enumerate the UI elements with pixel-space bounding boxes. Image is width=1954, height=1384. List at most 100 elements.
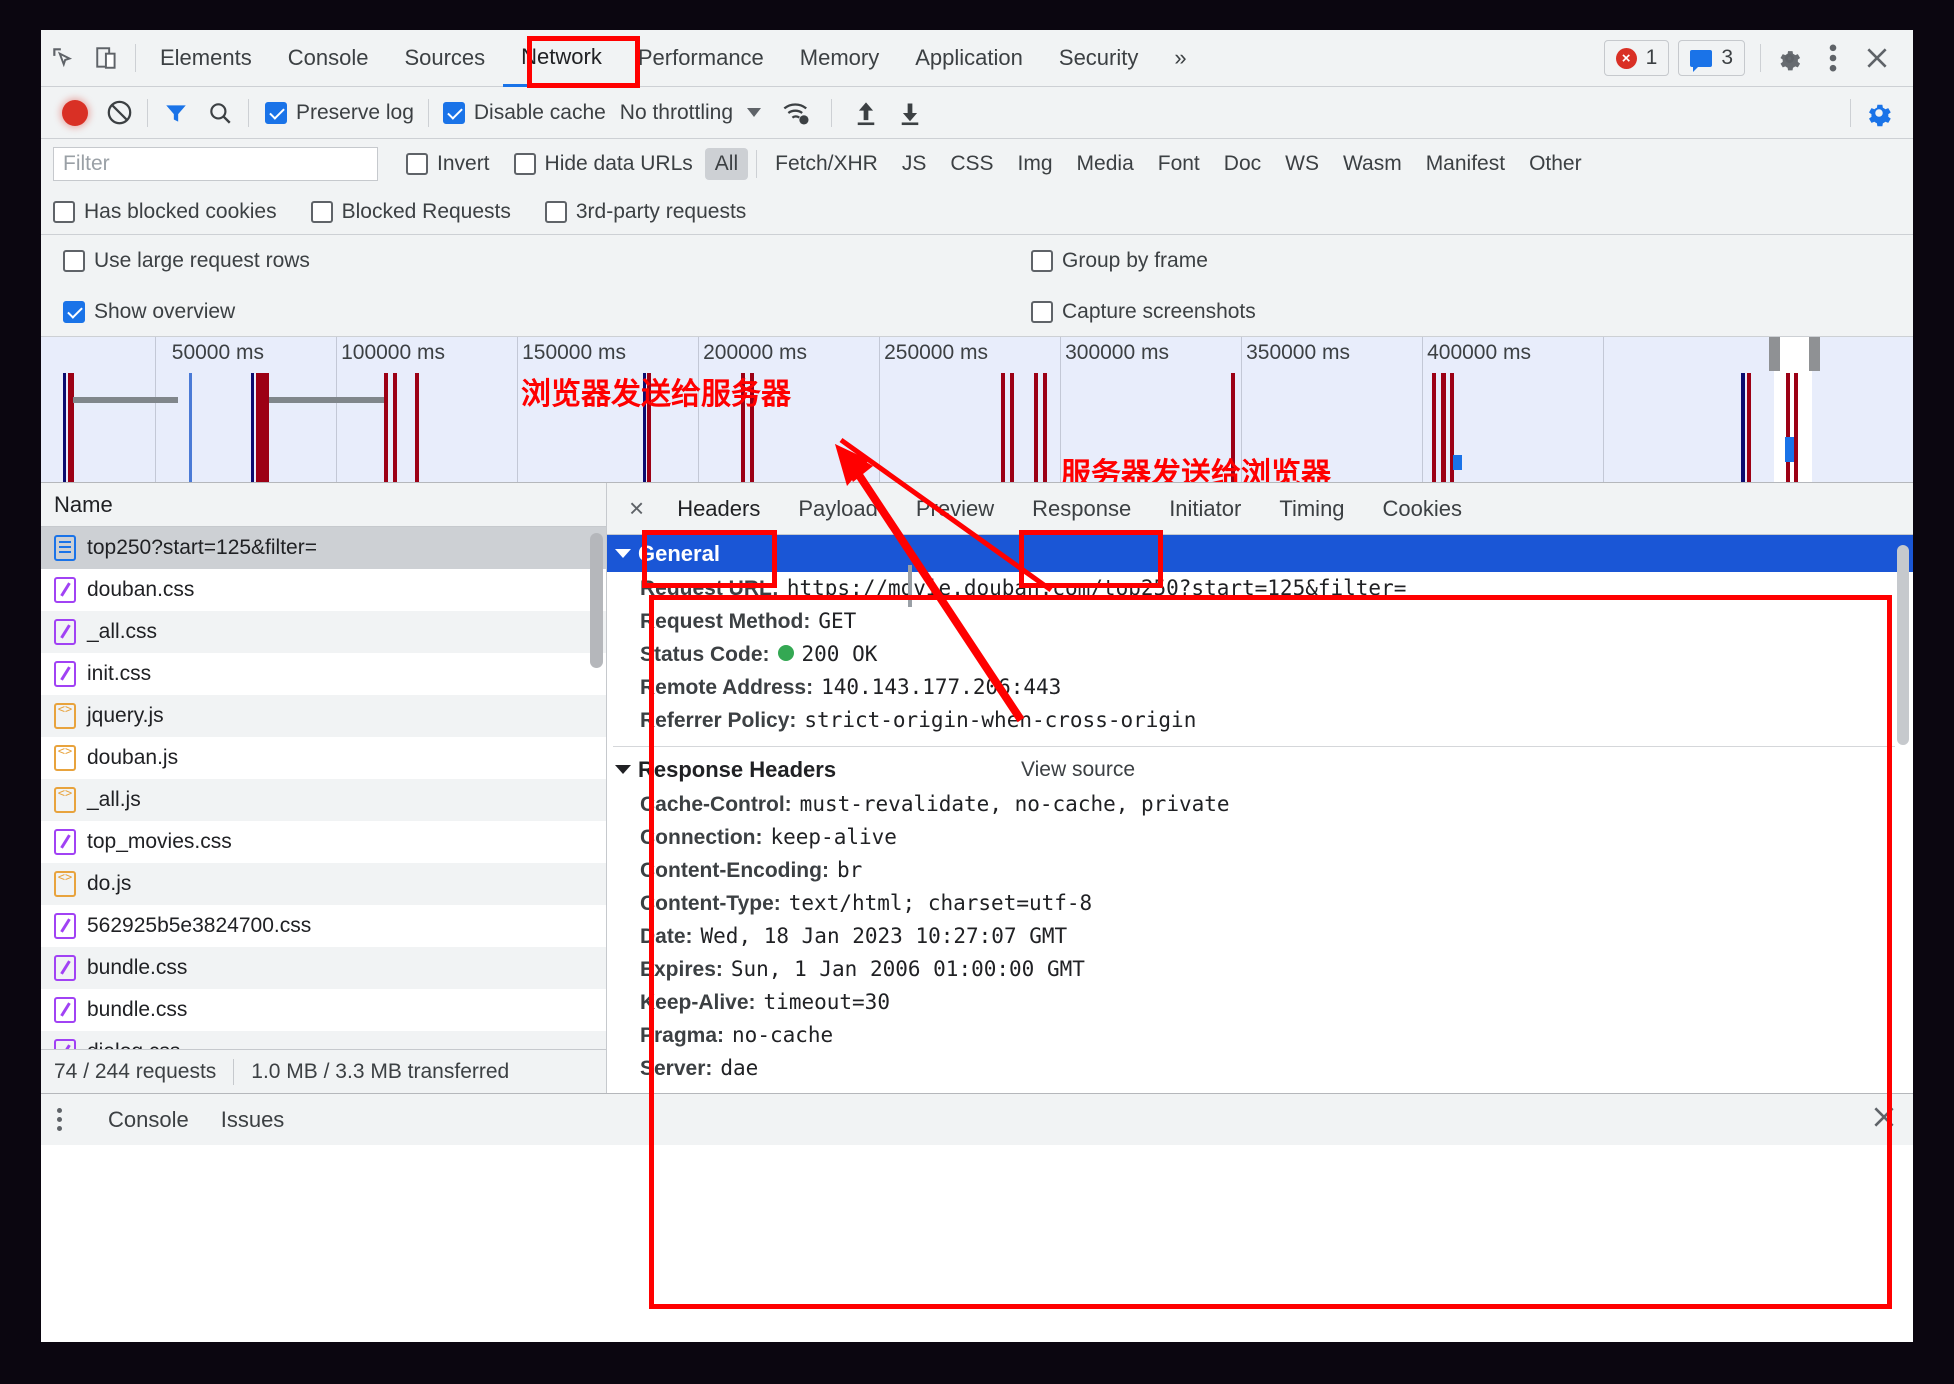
drawer-tab-console[interactable]: Console	[92, 1107, 205, 1133]
filter-type-fetchxhr[interactable]: Fetch/XHR	[765, 148, 888, 180]
table-row[interactable]: top_movies.css	[41, 821, 606, 863]
preserve-log-checkbox[interactable]: Preserve log	[265, 101, 414, 125]
filter-type-ws[interactable]: WS	[1275, 148, 1329, 180]
table-row[interactable]: douban.js	[41, 737, 606, 779]
table-row[interactable]: jquery.js	[41, 695, 606, 737]
tab-response[interactable]: Response	[1013, 483, 1150, 535]
table-row[interactable]: douban.css	[41, 569, 606, 611]
status-ok-icon	[777, 645, 794, 661]
overview-gridline	[1422, 337, 1423, 482]
overview-window-resizer-right[interactable]	[1809, 337, 1820, 371]
filter-type-other[interactable]: Other	[1519, 148, 1592, 180]
tab-security[interactable]: Security	[1041, 30, 1156, 87]
has-blocked-cookies-checkbox[interactable]: Has blocked cookies	[53, 200, 277, 224]
filter-type-doc[interactable]: Doc	[1214, 148, 1271, 180]
table-row[interactable]: init.css	[41, 653, 606, 695]
three-dots-vertical-icon[interactable]	[1811, 36, 1855, 80]
drawer-tab-issues[interactable]: Issues	[205, 1107, 301, 1133]
three-dots-vertical-icon[interactable]	[57, 1108, 62, 1131]
table-row[interactable]: bundle.css	[41, 989, 606, 1031]
tab-network[interactable]: Network	[503, 30, 620, 87]
disable-cache-checkbox[interactable]: Disable cache	[442, 101, 606, 125]
search-icon[interactable]	[198, 91, 242, 135]
close-panel-icon[interactable]: ×	[615, 493, 658, 524]
request-list[interactable]: top250?start=125&filter= douban.css _all…	[41, 527, 606, 1049]
filter-type-js[interactable]: JS	[892, 148, 937, 180]
blocked-requests-checkbox[interactable]: Blocked Requests	[310, 200, 511, 224]
hide-data-urls-label: Hide data URLs	[544, 152, 693, 175]
device-toolbar-icon[interactable]	[85, 36, 129, 80]
checkbox-box	[310, 200, 333, 223]
import-har-icon[interactable]	[844, 91, 888, 135]
header-key: Content-Type:	[640, 892, 781, 915]
tab-cookies[interactable]: Cookies	[1364, 483, 1481, 535]
network-status-bar: 74 / 244 requests 1.0 MB / 3.3 MB transf…	[41, 1049, 606, 1093]
hide-data-urls-checkbox[interactable]: Hide data URLs	[513, 152, 693, 176]
tab-application[interactable]: Application	[897, 30, 1041, 87]
requests-column-header[interactable]: Name	[41, 483, 606, 527]
tab-initiator[interactable]: Initiator	[1150, 483, 1260, 535]
devtools-main-tabbar: Elements Console Sources Network Perform…	[41, 30, 1913, 88]
table-row[interactable]: top250?start=125&filter=	[41, 527, 606, 569]
response-headers-section-header[interactable]: Response Headers View source	[607, 751, 1913, 788]
tab-elements[interactable]: Elements	[142, 30, 270, 87]
wifi-settings-icon[interactable]	[775, 91, 819, 135]
tab-performance[interactable]: Performance	[620, 30, 782, 87]
third-party-requests-checkbox[interactable]: 3rd-party requests	[544, 200, 746, 224]
error-count-label: 1	[1645, 46, 1658, 69]
header-key: Date:	[640, 925, 693, 948]
filter-funnel-icon[interactable]	[154, 91, 198, 135]
request-list-scrollbar[interactable]	[590, 533, 603, 668]
inspect-element-icon[interactable]	[41, 36, 85, 80]
overview-tick-label: 300000 ms	[1065, 341, 1169, 364]
table-row[interactable]: _all.js	[41, 779, 606, 821]
more-tabs-chevron-icon[interactable]: »	[1156, 30, 1204, 87]
tab-payload[interactable]: Payload	[779, 483, 897, 535]
network-overview-timeline[interactable]: 50000 ms 100000 ms 150000 ms 200000 ms 2…	[41, 337, 1913, 483]
export-har-icon[interactable]	[888, 91, 932, 135]
show-overview-checkbox[interactable]: Show overview	[63, 300, 235, 324]
close-icon[interactable]	[1855, 36, 1899, 80]
drawer-tabbar: Console Issues	[41, 1093, 1913, 1145]
filter-input[interactable]: Filter	[53, 147, 378, 181]
filter-type-img[interactable]: Img	[1008, 148, 1063, 180]
filter-type-css[interactable]: CSS	[940, 148, 1003, 180]
gear-icon[interactable]	[1767, 36, 1811, 80]
view-source-link[interactable]: View source	[1021, 758, 1135, 782]
filter-type-manifest[interactable]: Manifest	[1416, 148, 1515, 180]
filter-type-all[interactable]: All	[704, 148, 749, 180]
header-row: Request Method: GET	[607, 605, 1913, 638]
filter-type-media[interactable]: Media	[1067, 148, 1144, 180]
clear-button[interactable]	[97, 91, 141, 135]
table-row[interactable]: do.js	[41, 863, 606, 905]
use-large-request-rows-checkbox[interactable]: Use large request rows	[63, 249, 310, 273]
record-button[interactable]	[53, 91, 97, 135]
tab-timing[interactable]: Timing	[1260, 483, 1363, 535]
throttling-select[interactable]: No throttling	[620, 101, 733, 125]
request-name: _all.js	[87, 788, 141, 811]
overview-window-resizer-left[interactable]	[1769, 337, 1780, 371]
general-section-header[interactable]: General	[607, 535, 1913, 572]
filter-type-wasm[interactable]: Wasm	[1333, 148, 1412, 180]
group-by-frame-checkbox[interactable]: Group by frame	[1031, 249, 1208, 273]
table-row[interactable]: _all.css	[41, 611, 606, 653]
error-count-badge[interactable]: × 1	[1603, 40, 1670, 76]
tab-preview[interactable]: Preview	[897, 483, 1013, 535]
invert-checkbox[interactable]: Invert	[406, 152, 490, 176]
detail-scrollbar[interactable]	[1897, 545, 1909, 745]
chevron-down-icon[interactable]	[747, 108, 762, 117]
message-count-badge[interactable]: 3	[1678, 40, 1745, 76]
tab-memory[interactable]: Memory	[782, 30, 897, 87]
capture-screenshots-checkbox[interactable]: Capture screenshots	[1031, 300, 1256, 324]
table-row[interactable]: dialog.css	[41, 1031, 606, 1049]
tab-console[interactable]: Console	[270, 30, 387, 87]
table-row[interactable]: bundle.css	[41, 947, 606, 989]
table-row[interactable]: 562925b5e3824700.css	[41, 905, 606, 947]
tab-headers[interactable]: Headers	[658, 483, 779, 535]
gear-icon-blue[interactable]	[1857, 91, 1901, 135]
headers-detail-content[interactable]: General Request URL: https://movie.douba…	[607, 535, 1913, 1093]
tab-sources[interactable]: Sources	[386, 30, 503, 87]
filter-type-font[interactable]: Font	[1148, 148, 1210, 180]
close-drawer-icon[interactable]	[1871, 1104, 1897, 1135]
header-row: Keep-Alive: timeout=30	[607, 986, 1913, 1019]
